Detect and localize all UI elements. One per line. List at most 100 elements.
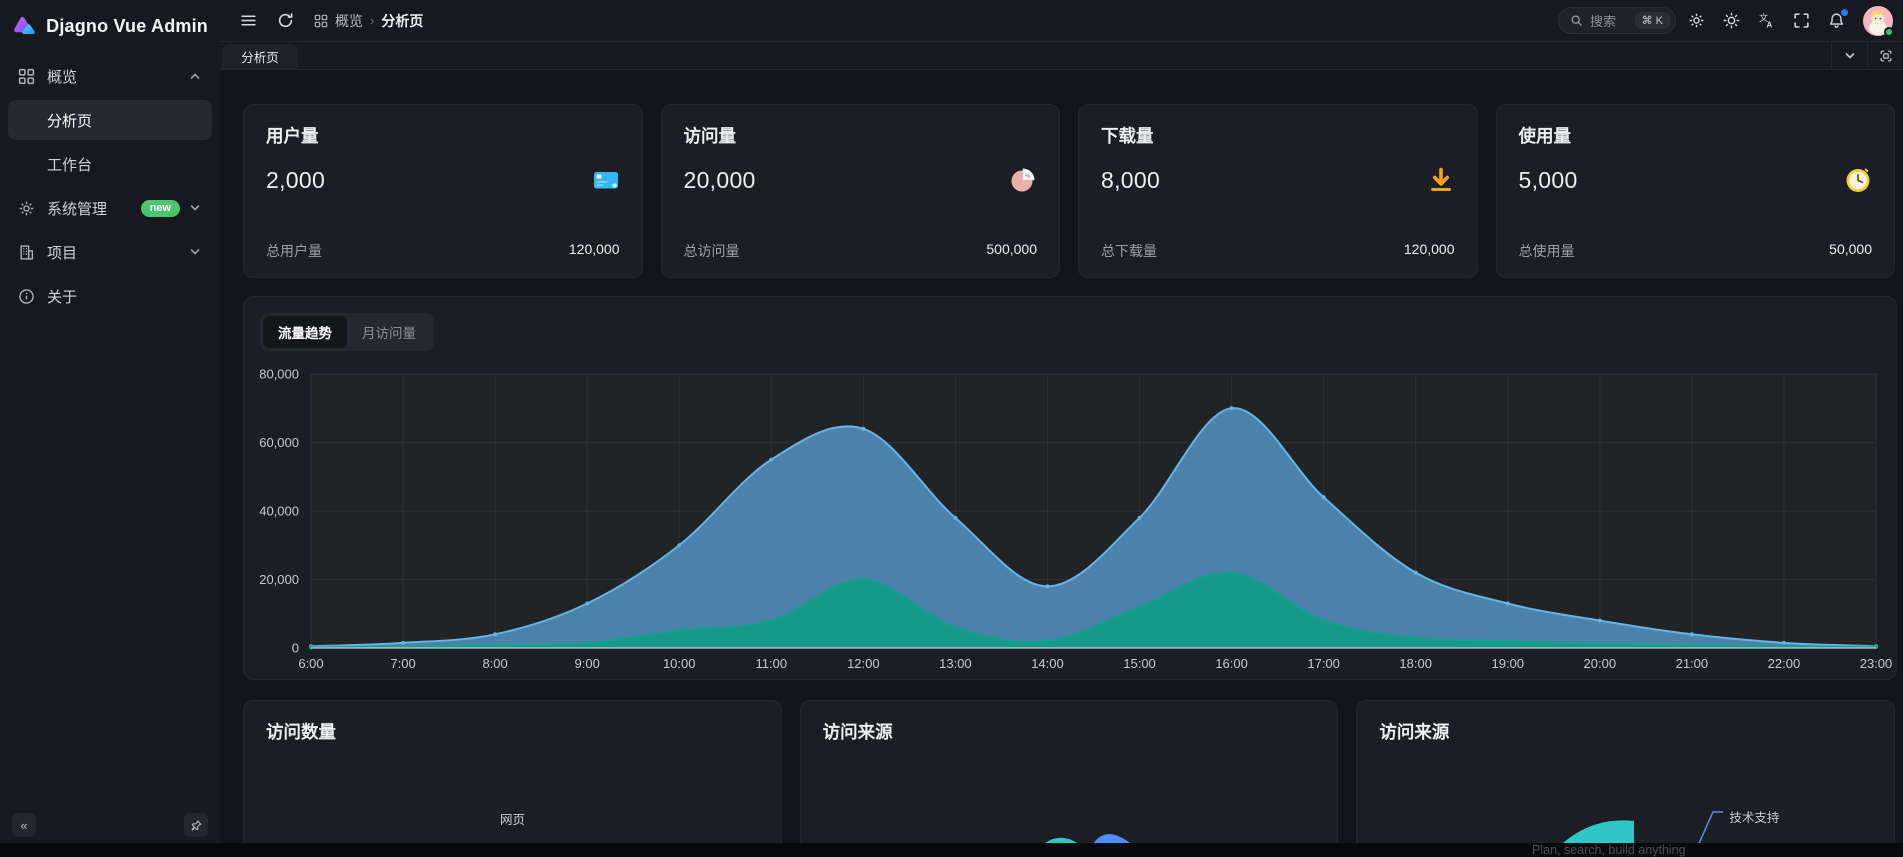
credit-card-icon (592, 166, 620, 194)
translate-icon: 文A (1758, 12, 1775, 29)
app-logo-row[interactable]: Djagno Vue Admin (0, 0, 220, 52)
x-axis-tick: 17:00 (1307, 656, 1340, 671)
notifications-button[interactable] (1822, 6, 1851, 35)
stat-card-visits: 访问量 20,000 % 总访问量 500,000 (661, 104, 1061, 278)
stat-card-downloads: 下载量 8,000 总下载量 120,000 (1078, 104, 1478, 278)
x-axis-tick: 9:00 (575, 656, 600, 671)
sidebar: Djagno Vue Admin 概览 分析页 工作台 系统管理 new (0, 0, 220, 843)
y-axis-tick: 0 (292, 641, 299, 656)
topbar-actions: 搜索 ⌘ K 文A (1558, 6, 1903, 36)
stat-footer-value: 120,000 (569, 241, 620, 261)
stat-cards-row: 用户量 2,000 总用户量 120,000 访问量 20,000 (220, 70, 1903, 278)
stat-value: 5,000 (1519, 167, 1578, 194)
y-axis-tick: 60,000 (259, 435, 299, 450)
stat-value: 8,000 (1101, 167, 1160, 194)
x-axis-tick: 22:00 (1768, 656, 1801, 671)
y-axis-tick: 20,000 (259, 572, 299, 587)
sidebar-item-label: 关于 (47, 286, 77, 307)
radar-chart-fragment[interactable] (244, 700, 782, 843)
maximize-icon (1879, 49, 1893, 63)
tab-traffic-trend[interactable]: 流量趋势 (263, 316, 347, 348)
sidebar-item-analysis[interactable]: 分析页 (8, 100, 212, 140)
pin-icon (190, 819, 203, 832)
chevron-up-icon (188, 69, 202, 83)
theme-toggle-button[interactable] (1717, 6, 1746, 35)
chevron-down-icon (188, 201, 202, 215)
overlay-text: Plan, search, build anything (1532, 843, 1686, 857)
x-axis-tick: 15:00 (1123, 656, 1156, 671)
sun-icon (1723, 12, 1740, 29)
new-badge: new (141, 200, 180, 217)
chevron-down-icon (188, 245, 202, 259)
x-axis-tick: 14:00 (1031, 656, 1064, 671)
fullscreen-button[interactable] (1787, 6, 1816, 35)
visit-count-card: 访问数量 网页 (243, 700, 782, 843)
tabbar: 分析页 (220, 42, 1903, 70)
refresh-button[interactable] (271, 6, 300, 35)
stat-footer-label: 总用户量 (266, 241, 322, 261)
sidebar-item-label: 系统管理 (47, 198, 107, 219)
y-axis-tick: 40,000 (259, 504, 299, 519)
sidebar-collapse-button[interactable]: « (12, 813, 36, 837)
pie-chart-fragment[interactable] (801, 700, 1339, 843)
sidebar-item-projects[interactable]: 项目 (8, 232, 212, 272)
stat-value: 20,000 (684, 167, 756, 194)
stat-card-usage: 使用量 5,000 总使用量 50,000 (1496, 104, 1896, 278)
x-axis-tick: 8:00 (482, 656, 507, 671)
x-axis-tick: 11:00 (756, 656, 788, 671)
building-icon (18, 244, 35, 261)
breadcrumb: 概览 › 分析页 (314, 11, 423, 31)
x-axis-tick: 6:00 (298, 656, 323, 671)
traffic-trend-chart[interactable]: 020,00040,00060,00080,0006:007:008:009:0… (244, 355, 1898, 675)
tab-analysis[interactable]: 分析页 (222, 44, 298, 69)
search-input[interactable]: 搜索 ⌘ K (1558, 7, 1676, 34)
sidebar-item-label: 工作台 (47, 154, 92, 175)
x-axis-tick: 20:00 (1584, 656, 1617, 671)
sidebar-item-workbench[interactable]: 工作台 (8, 144, 212, 184)
breadcrumb-root[interactable]: 概览 (335, 11, 363, 31)
sidebar-footer: « (0, 813, 220, 837)
fullscreen-icon (1793, 12, 1810, 29)
stat-footer-label: 总使用量 (1519, 241, 1575, 261)
sidebar-item-label: 项目 (47, 242, 77, 263)
x-axis-tick: 13:00 (939, 656, 972, 671)
gear-icon (1688, 12, 1705, 29)
sidebar-nav: 概览 分析页 工作台 系统管理 new 项目 (0, 52, 220, 324)
stat-footer-label: 总访问量 (684, 241, 740, 261)
stat-title: 下载量 (1101, 123, 1455, 148)
x-axis-tick: 23:00 (1860, 656, 1893, 671)
refresh-icon (277, 12, 294, 29)
breadcrumb-current: 分析页 (381, 11, 423, 31)
download-icon (1427, 166, 1455, 194)
x-axis-tick: 18:00 (1399, 656, 1432, 671)
language-button[interactable]: 文A (1752, 6, 1781, 35)
sidebar-pin-button[interactable] (184, 813, 208, 837)
sidebar-item-about[interactable]: 关于 (8, 276, 212, 316)
menu-toggle-button[interactable] (234, 6, 263, 35)
sidebar-item-system[interactable]: 系统管理 new (8, 188, 212, 228)
visit-source-card-1: 访问来源 (800, 700, 1339, 843)
svg-text:%: % (1025, 173, 1030, 179)
online-status-dot (1884, 27, 1894, 37)
stat-title: 访问量 (684, 123, 1038, 148)
bottom-cards-row: 访问数量 网页 访问来源 访问来源 技术支持 (220, 680, 1903, 843)
stat-footer-value: 120,000 (1404, 241, 1455, 261)
stat-footer-label: 总下载量 (1101, 241, 1157, 261)
settings-button[interactable] (1682, 6, 1711, 35)
traffic-trend-card: 流量趋势 月访问量 020,00040,00060,00080,0006:007… (243, 296, 1897, 680)
sidebar-item-overview[interactable]: 概览 (8, 56, 212, 96)
x-axis-tick: 16:00 (1215, 656, 1248, 671)
stat-footer-value: 50,000 (1829, 241, 1872, 261)
pie-chart-fragment[interactable] (1357, 700, 1895, 843)
grid-icon (314, 14, 328, 28)
tab-monthly-visits[interactable]: 月访问量 (347, 316, 431, 348)
info-icon (18, 288, 35, 305)
visit-source-card-2: 访问来源 技术支持 (1356, 700, 1895, 843)
y-axis-tick: 80,000 (259, 367, 299, 382)
x-axis-tick: 12:00 (847, 656, 880, 671)
avatar[interactable] (1863, 6, 1893, 36)
content-maximize-button[interactable] (1867, 42, 1903, 69)
search-placeholder: 搜索 (1590, 11, 1628, 30)
breadcrumb-separator: › (370, 13, 374, 28)
tabs-dropdown-button[interactable] (1831, 42, 1867, 69)
